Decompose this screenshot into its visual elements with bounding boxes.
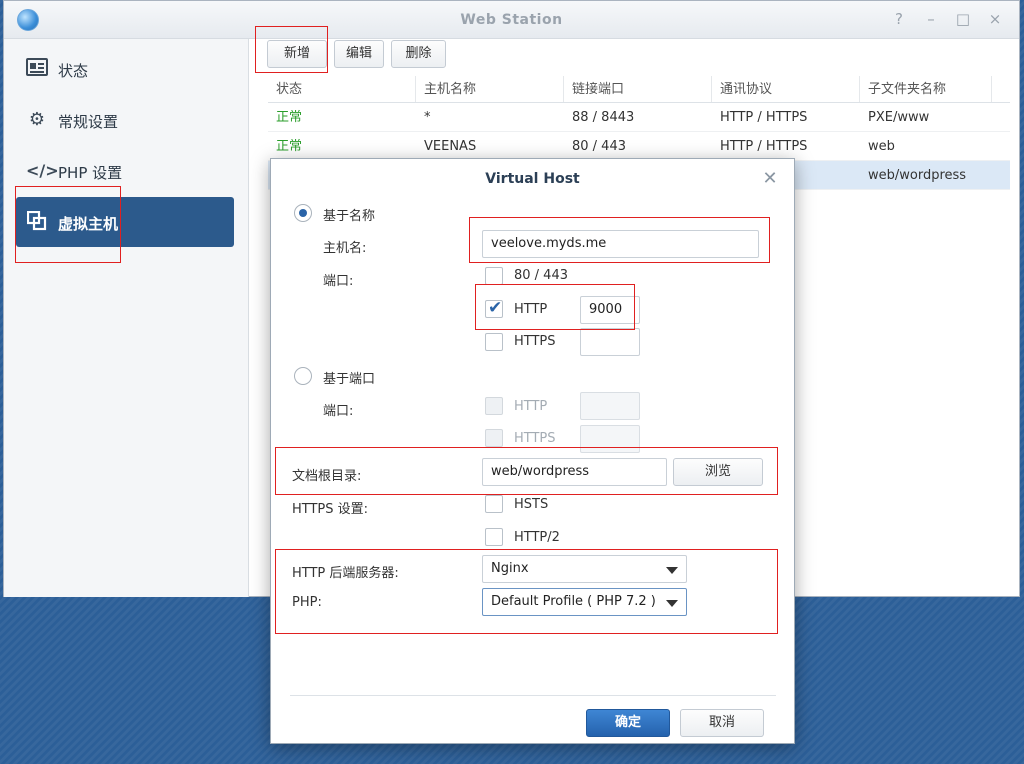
maximize-icon[interactable]: □ — [954, 10, 972, 28]
annotation-box-docroot — [275, 447, 778, 495]
annotation-box-hostname — [469, 217, 770, 263]
http-label-disabled: HTTP — [514, 399, 548, 414]
cell-status: 正常 — [276, 110, 303, 125]
sidebar-item-label: 常规设置 — [58, 113, 119, 131]
port-label: 端口: — [323, 274, 354, 289]
annotation-box-http-port — [475, 284, 635, 330]
annotation-box-virtual-host — [15, 186, 121, 263]
cell-port: 88 / 8443 — [572, 110, 635, 125]
column-header-protocol[interactable]: 通讯协议 — [712, 76, 860, 102]
name-based-radio[interactable] — [294, 204, 312, 222]
edit-button[interactable]: 编辑 — [334, 40, 384, 68]
dialog-close-icon[interactable]: ✕ — [760, 169, 780, 189]
port-based-radio[interactable] — [294, 367, 312, 385]
https-label-disabled: HTTPS — [514, 431, 556, 446]
table-row[interactable]: 正常 VEENAS 80 / 443 HTTP / HTTPS web — [268, 132, 1010, 161]
hsts-checkbox[interactable] — [485, 495, 503, 513]
port-80-443-checkbox[interactable] — [485, 267, 503, 285]
table-header: 状态 主机名称 链接端口 通讯协议 子文件夹名称 — [268, 76, 1010, 103]
table-row[interactable]: 正常 * 88 / 8443 HTTP / HTTPS PXE/www — [268, 103, 1010, 132]
column-header-subfolder[interactable]: 子文件夹名称 — [860, 76, 992, 102]
window-title: Web Station — [460, 12, 563, 28]
port-label-2: 端口: — [323, 404, 354, 419]
http-port-input-disabled — [580, 392, 640, 420]
http2-label: HTTP/2 — [514, 530, 560, 545]
https-port-input[interactable] — [580, 328, 640, 356]
sidebar-item-general-settings[interactable]: ⚙ 常规设置 — [16, 95, 234, 145]
port-80-443-label: 80 / 443 — [514, 268, 568, 283]
http2-checkbox[interactable] — [485, 528, 503, 546]
hostname-label: 主机名: — [323, 241, 367, 256]
cell-hostname: * — [424, 110, 431, 125]
http-checkbox-disabled — [485, 397, 503, 415]
sidebar: 状态 ⚙ 常规设置 </> PHP 设置 虚拟主机 — [4, 39, 249, 597]
hsts-label: HSTS — [514, 497, 549, 512]
title-bar: Web Station ? – □ × — [4, 1, 1019, 39]
name-based-label: 基于名称 — [323, 209, 376, 224]
column-header-status[interactable]: 状态 — [268, 76, 416, 102]
minimize-icon[interactable]: – — [922, 10, 940, 28]
delete-button[interactable]: 删除 — [391, 40, 446, 68]
cell-protocol: HTTP / HTTPS — [720, 139, 808, 154]
https-label: HTTPS — [514, 334, 556, 349]
sidebar-item-label: PHP 设置 — [58, 164, 123, 182]
https-settings-label: HTTPS 设置: — [292, 502, 369, 517]
https-checkbox-disabled — [485, 429, 503, 447]
status-icon — [26, 58, 48, 80]
annotation-box-add — [255, 26, 328, 73]
help-icon[interactable]: ? — [890, 10, 908, 28]
sidebar-item-label: 状态 — [58, 62, 89, 80]
cell-subfolder: PXE/www — [868, 110, 930, 125]
close-icon[interactable]: × — [986, 10, 1004, 28]
ok-button[interactable]: 确定 — [586, 709, 670, 737]
cancel-button[interactable]: 取消 — [680, 709, 764, 737]
cell-subfolder: web/wordpress — [868, 168, 967, 183]
column-header-port[interactable]: 链接端口 — [564, 76, 712, 102]
cell-hostname: VEENAS — [424, 139, 477, 154]
annotation-box-backend — [275, 549, 778, 634]
code-icon: </> — [26, 161, 59, 180]
cell-status: 正常 — [276, 139, 303, 154]
dialog-title: Virtual Host — [485, 171, 580, 187]
sidebar-item-status[interactable]: 状态 — [16, 44, 234, 94]
port-based-label: 基于端口 — [323, 372, 376, 387]
gear-icon: ⚙ — [28, 109, 46, 130]
cell-protocol: HTTP / HTTPS — [720, 110, 808, 125]
column-header-hostname[interactable]: 主机名称 — [416, 76, 564, 102]
https-checkbox[interactable] — [485, 333, 503, 351]
cell-port: 80 / 443 — [572, 139, 626, 154]
footer-divider — [290, 695, 776, 696]
cell-subfolder: web — [868, 139, 895, 154]
